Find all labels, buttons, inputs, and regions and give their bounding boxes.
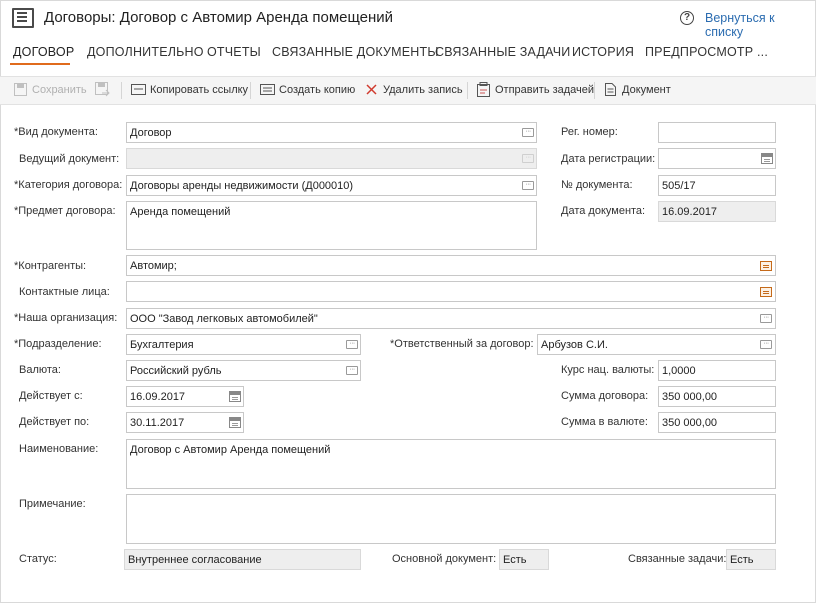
contacts-card-icon[interactable] (760, 287, 772, 297)
save-button[interactable]: Сохранить (32, 84, 87, 96)
reg-date-calendar-icon[interactable] (761, 153, 773, 164)
valid-to-field[interactable]: 30.11.2017 (126, 412, 244, 433)
tab-related-tasks[interactable]: СВЯЗАННЫЕ ЗАДАЧИ (435, 45, 570, 59)
document-icon (605, 83, 616, 96)
tab-additional[interactable]: ДОПОЛНИТЕЛЬНО (87, 45, 204, 59)
department-label: *Подразделение: (14, 338, 102, 350)
document-list-icon (12, 8, 34, 28)
responsible-label: *Ответственный за договор: (390, 338, 534, 350)
contract-amount-label: Сумма договора: (561, 390, 649, 402)
lead-doc-picker-button: ··· (522, 154, 534, 163)
tab-preview[interactable]: ПРЕДПРОСМОТР (645, 45, 753, 59)
rate-label: Курс нац. валюты: (561, 364, 655, 376)
note-field[interactable] (126, 494, 776, 544)
delete-record-button[interactable]: Удалить запись (383, 84, 463, 96)
contract-category-label: *Категория договора: (14, 179, 123, 191)
reg-date-label: Дата регистрации: (561, 153, 656, 165)
valid-to-calendar-icon[interactable] (229, 417, 241, 428)
tab-history[interactable]: ИСТОРИЯ (572, 45, 634, 59)
reg-number-label: Рег. номер: (561, 126, 618, 138)
doc-type-label: *Вид документа: (14, 126, 98, 138)
page-title: Договоры: Договор с Автомир Аренда помещ… (44, 9, 394, 26)
tab-reports[interactable]: ОТЧЕТЫ (207, 45, 261, 59)
note-label: Примечание: (19, 498, 86, 510)
our-org-picker-button[interactable]: ··· (760, 314, 772, 323)
reg-date-field[interactable] (658, 148, 776, 169)
amount-currency-field[interactable]: 350 000,00 (658, 412, 776, 433)
department-field[interactable]: Бухгалтерия (126, 334, 361, 355)
back-to-list-link[interactable]: Вернуться к списку (705, 11, 816, 39)
reg-number-field[interactable] (658, 122, 776, 143)
toolbar-separator (594, 82, 595, 99)
active-tab-indicator (10, 63, 70, 65)
doc-number-label: № документа: (561, 179, 633, 191)
contract-category-picker-button[interactable]: ··· (522, 181, 534, 190)
valid-from-calendar-icon[interactable] (229, 391, 241, 402)
tab-more[interactable]: ... (757, 45, 768, 59)
send-as-task-button[interactable]: Отправить задачей (495, 84, 594, 96)
contractors-card-icon[interactable] (760, 261, 772, 271)
doc-number-field[interactable]: 505/17 (658, 175, 776, 196)
copy-link-button[interactable]: Копировать ссылку (150, 84, 248, 96)
help-icon[interactable]: ? (680, 11, 694, 25)
link-icon (131, 84, 146, 95)
contacts-field[interactable] (126, 281, 776, 302)
contractors-field[interactable]: Автомир; (126, 255, 776, 276)
lead-doc-field (126, 148, 537, 169)
valid-from-field[interactable]: 16.09.2017 (126, 386, 244, 407)
amount-currency-label: Сумма в валюте: (561, 416, 648, 428)
currency-label: Валюта: (19, 364, 61, 376)
contract-category-field[interactable]: Договоры аренды недвижимости (Д000010) (126, 175, 537, 196)
responsible-picker-button[interactable]: ··· (760, 340, 772, 349)
name-label: Наименование: (19, 443, 99, 455)
doc-type-picker-button[interactable]: ··· (522, 128, 534, 137)
status-field: Внутреннее согласование (124, 549, 361, 570)
main-doc-field[interactable]: Есть (499, 549, 549, 570)
main-doc-label: Основной документ: (392, 553, 497, 565)
toolbar-separator (467, 82, 468, 99)
document-button[interactable]: Документ (622, 84, 671, 96)
valid-from-label: Действует с: (19, 390, 83, 402)
save-icon (14, 83, 27, 96)
linked-tasks-field[interactable]: Есть (726, 549, 776, 570)
subject-label: *Предмет договора: (14, 205, 116, 217)
valid-to-label: Действует по: (19, 416, 90, 428)
doc-date-label: Дата документа: (561, 205, 646, 217)
currency-field[interactable]: Российский рубль (126, 360, 361, 381)
save-close-icon[interactable] (95, 82, 110, 97)
contacts-label: Контактные лица: (19, 286, 110, 298)
toolbar-separator (250, 82, 251, 99)
doc-date-field: 16.09.2017 (658, 201, 776, 222)
contractors-label: *Контрагенты: (14, 260, 87, 272)
doc-type-field[interactable]: Договор (126, 122, 537, 143)
status-label: Статус: (19, 553, 57, 565)
name-field[interactable]: Договор с Автомир Аренда помещений (126, 439, 776, 489)
tab-contract[interactable]: ДОГОВОР (13, 45, 74, 59)
our-org-label: *Наша организация: (14, 312, 118, 324)
copy-icon (260, 84, 275, 95)
tab-related-documents[interactable]: СВЯЗАННЫЕ ДОКУМЕНТЫ (272, 45, 439, 59)
create-copy-button[interactable]: Создать копию (279, 84, 355, 96)
lead-doc-label: Ведущий документ: (19, 153, 120, 165)
contract-amount-field[interactable]: 350 000,00 (658, 386, 776, 407)
subject-field[interactable]: Аренда помещений (126, 201, 537, 250)
linked-tasks-label: Связанные задачи: (628, 553, 727, 565)
currency-picker-button[interactable]: ··· (346, 366, 358, 375)
delete-icon (366, 84, 377, 95)
responsible-field[interactable]: Арбузов С.И. (537, 334, 776, 355)
rate-field[interactable]: 1,0000 (658, 360, 776, 381)
department-picker-button[interactable]: ··· (346, 340, 358, 349)
our-org-field[interactable]: ООО "Завод легковых автомобилей" (126, 308, 776, 329)
send-task-icon (477, 82, 490, 97)
toolbar-separator (121, 82, 122, 99)
